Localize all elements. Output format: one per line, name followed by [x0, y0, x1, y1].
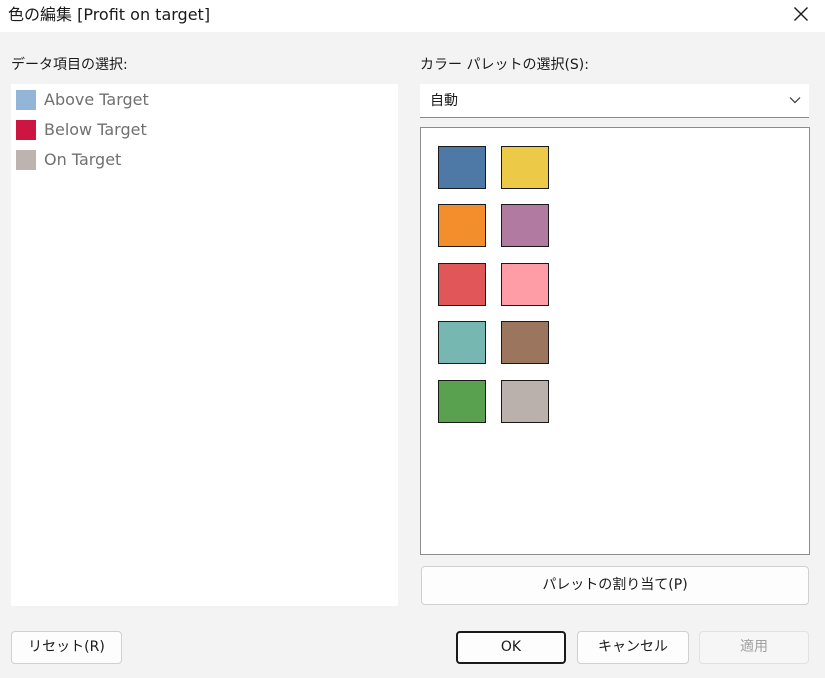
- close-button[interactable]: [776, 0, 825, 30]
- palette-swatch-grid: [420, 127, 810, 555]
- palette-swatch[interactable]: [438, 380, 486, 423]
- palette-swatch[interactable]: [501, 321, 549, 364]
- palette-swatch[interactable]: [501, 204, 549, 247]
- field-item-label: On Target: [44, 150, 122, 169]
- field-list-label: データ項目の選択:: [11, 57, 128, 73]
- palette-label: カラー パレットの選択(S):: [420, 57, 589, 73]
- title-bar: 色の編集 [Profit on target]: [0, 0, 825, 32]
- chevron-down-icon: [789, 97, 801, 104]
- palette-selected-value: 自動: [430, 93, 458, 109]
- field-item-label: Below Target: [44, 120, 147, 139]
- cancel-button[interactable]: キャンセル: [577, 631, 689, 664]
- field-item-above-target[interactable]: Above Target: [16, 88, 316, 112]
- assign-palette-label: パレットの割り当て(P): [542, 577, 688, 593]
- ok-button[interactable]: OK: [456, 631, 566, 664]
- ok-label: OK: [500, 639, 522, 655]
- reset-button[interactable]: リセット(R): [11, 631, 122, 664]
- reset-label: リセット(R): [28, 639, 105, 655]
- close-icon: [794, 7, 808, 21]
- palette-dropdown[interactable]: 自動: [420, 84, 809, 118]
- field-list[interactable]: Above Target Below Target On Target: [11, 84, 398, 606]
- field-color-swatch: [16, 120, 36, 140]
- apply-button: 適用: [699, 631, 809, 664]
- palette-swatch[interactable]: [501, 263, 549, 306]
- field-item-below-target[interactable]: Below Target: [16, 118, 316, 142]
- apply-label: 適用: [740, 639, 768, 655]
- field-item-on-target[interactable]: On Target: [16, 148, 316, 172]
- cancel-label: キャンセル: [598, 639, 668, 655]
- field-color-swatch: [16, 150, 36, 170]
- field-item-label: Above Target: [44, 90, 149, 109]
- palette-swatch[interactable]: [438, 204, 486, 247]
- assign-palette-button[interactable]: パレットの割り当て(P): [421, 566, 809, 605]
- palette-swatch[interactable]: [438, 321, 486, 364]
- palette-swatch[interactable]: [501, 380, 549, 423]
- palette-swatch[interactable]: [438, 263, 486, 306]
- palette-swatch[interactable]: [501, 146, 549, 189]
- palette-swatch[interactable]: [438, 146, 486, 189]
- field-color-swatch: [16, 90, 36, 110]
- window-title: 色の編集 [Profit on target]: [8, 5, 211, 24]
